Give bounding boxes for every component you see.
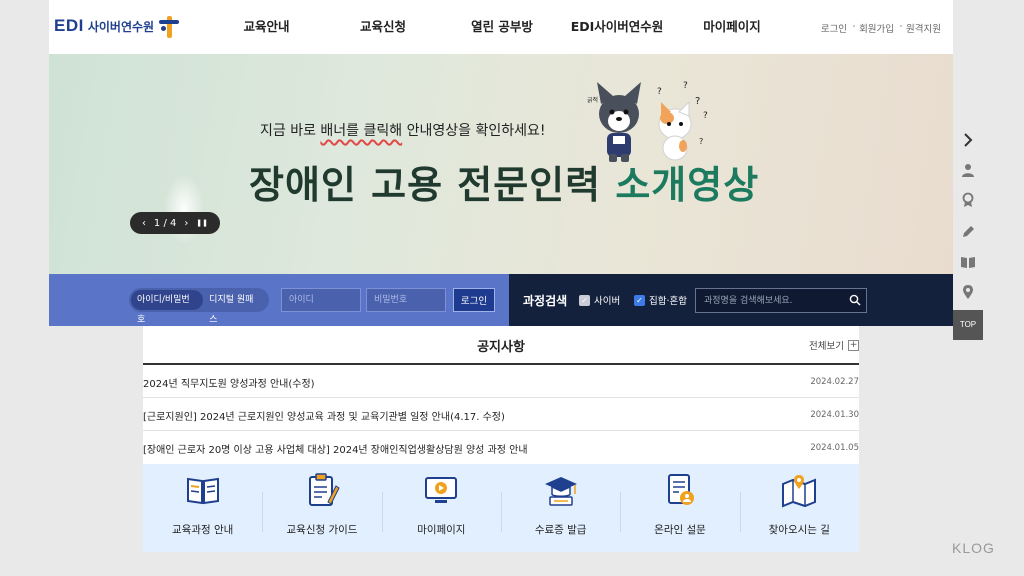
menu-item-apply-guide[interactable]: 교육신청 가이드 [262, 464, 381, 552]
menu-item-label: 교육과정 안내 [172, 524, 234, 536]
login-link[interactable]: 로그인 [815, 21, 853, 35]
notice-row-date: 2024.01.05 [810, 443, 859, 453]
menu-item-label: 교육신청 가이드 [286, 524, 358, 536]
svg-text:?: ? [657, 87, 662, 97]
graduation-cap-icon [544, 477, 577, 506]
notice-row-title: [근로지원인] 2024년 근로지원인 양성교육 과정 및 교육기관별 일정 안… [143, 412, 505, 423]
site-header: EDI 사이버연수원 교육안내 교육신청 열린 공부방 EDI사이버연수원 마이… [49, 0, 953, 54]
menu-item-mypage[interactable]: 마이페이지 [381, 464, 501, 552]
notice-section: 공지사항 전체보기 + 2024년 직무지도원 양성과정 안내(수정) 2024.… [143, 326, 859, 464]
banner-subtitle: 지금 바로 배너를 클릭해 안내영상을 확인하세요! [260, 123, 546, 139]
menu-item-label: 온라인 설문 [654, 524, 706, 536]
notice-row-title: [장애인 근로자 20명 이상 고용 사업체 대상] 2024년 장애인직업생활… [143, 445, 528, 456]
watermark: KLOG [952, 540, 995, 556]
main-banner[interactable]: 지금 바로 배너를 클릭해 안내영상을 확인하세요! 장애인 고용 전문인력 소… [49, 54, 953, 274]
notice-row[interactable]: [장애인 근로자 20명 이상 고용 사업체 대상] 2024년 장애인직업생활… [143, 431, 859, 464]
logo-mark-icon [158, 14, 180, 38]
nav-item-edu-apply[interactable]: 교육신청 [324, 0, 442, 54]
banner-page-counter: 1 / 4 [153, 217, 177, 229]
login-panel: 아이디/비밀번호 디지털 원패스 로그인 [49, 274, 509, 326]
banner-pause-button[interactable]: ❚❚ [196, 219, 208, 227]
main-nav: 교육안내 교육신청 열린 공부방 EDI사이버연수원 마이페이지 [209, 0, 792, 54]
nav-item-mypage[interactable]: 마이페이지 [672, 0, 792, 54]
login-button[interactable]: 로그인 [453, 288, 495, 312]
menu-item-label: 마이페이지 [417, 524, 466, 536]
password-input[interactable] [366, 288, 446, 312]
notice-row-date: 2024.02.27 [810, 377, 859, 387]
plus-icon: + [848, 339, 859, 351]
notice-title: 공지사항 [477, 340, 525, 355]
course-search-input[interactable] [695, 288, 867, 313]
survey-icon [667, 474, 694, 505]
banner-pager: ‹ 1 / 4 › ❚❚ [130, 212, 220, 234]
course-search-label: 과정검색 [523, 294, 568, 308]
nav-item-edu-info[interactable]: 교육안내 [209, 0, 324, 54]
banner-next-button[interactable]: › [184, 218, 188, 229]
scroll-top-button[interactable]: TOP [953, 310, 983, 340]
signup-link[interactable]: 회원가입 [853, 21, 900, 35]
logo-sub-text: 사이버연수원 [87, 19, 155, 34]
location-icon[interactable] [960, 284, 976, 300]
clipboard-icon [308, 473, 340, 506]
course-search-panel: 과정검색 ✓ 사이버 ✓ 집합·혼합 [509, 274, 953, 326]
user-id-input[interactable] [281, 288, 361, 312]
offline-blended-checkbox[interactable]: ✓ 집합·혼합 [634, 293, 687, 307]
quick-menu: 교육과정 안내 교육신청 가이드 마이페이지 수료증 발급 온라인 설문 찾아오… [143, 464, 859, 552]
tab-digital-onepass[interactable]: 디지털 원패스 [203, 290, 267, 325]
svg-text:긁적: 긁적 [587, 97, 598, 104]
menu-item-directions[interactable]: 찾아오시는 길 [739, 464, 859, 552]
logo-edi-text: EDI [54, 16, 84, 35]
login-tabs: 아이디/비밀번호 디지털 원패스 [129, 288, 269, 325]
site-logo[interactable]: EDI 사이버연수원 [54, 14, 180, 38]
chevron-right-icon[interactable] [960, 132, 976, 148]
remote-support-link[interactable]: 원격지원 [900, 21, 947, 35]
quick-sidebar: TOP [953, 120, 983, 340]
menu-item-label: 찾아오시는 길 [768, 524, 830, 536]
book-icon[interactable] [960, 254, 976, 270]
award-icon[interactable] [960, 192, 976, 208]
menu-item-survey[interactable]: 온라인 설문 [620, 464, 739, 552]
svg-text:?: ? [683, 81, 688, 91]
svg-text:?: ? [695, 96, 700, 107]
notice-row[interactable]: 2024년 직무지도원 양성과정 안내(수정) 2024.02.27 [143, 365, 859, 398]
monitor-play-icon [425, 477, 458, 503]
notice-view-all-link[interactable]: 전체보기 + [809, 338, 859, 352]
pencil-icon[interactable] [960, 224, 976, 240]
notice-row[interactable]: [근로지원인] 2024년 근로지원인 양성교육 과정 및 교육기관별 일정 안… [143, 398, 859, 431]
mascot-illustration: ? ? ? ? ? 긁적 [587, 81, 708, 162]
utility-links: 로그인 회원가입 원격지원 [815, 21, 947, 35]
book-open-icon [186, 477, 219, 505]
map-icon [782, 475, 817, 508]
nav-item-open-study[interactable]: 열린 공부방 [442, 0, 562, 54]
menu-item-label: 수료증 발급 [534, 524, 587, 536]
checkbox-unchecked-icon: ✓ [579, 294, 590, 306]
tab-id-password[interactable]: 아이디/비밀번호 [131, 290, 204, 325]
menu-item-course-info[interactable]: 교육과정 안내 [143, 464, 262, 552]
svg-text:?: ? [699, 137, 703, 146]
checkbox-checked-icon: ✓ [634, 294, 645, 306]
person-icon[interactable] [960, 162, 976, 178]
svg-text:?: ? [703, 111, 708, 121]
search-icon[interactable] [849, 294, 861, 306]
notice-row-date: 2024.01.30 [810, 410, 859, 420]
notice-row-title: 2024년 직무지도원 양성과정 안내(수정) [143, 379, 315, 390]
cyber-checkbox[interactable]: ✓ 사이버 [579, 293, 620, 307]
menu-item-certificate[interactable]: 수료증 발급 [500, 464, 620, 552]
banner-prev-button[interactable]: ‹ [142, 218, 146, 229]
nav-item-cyber-center[interactable]: EDI사이버연수원 [562, 0, 672, 54]
